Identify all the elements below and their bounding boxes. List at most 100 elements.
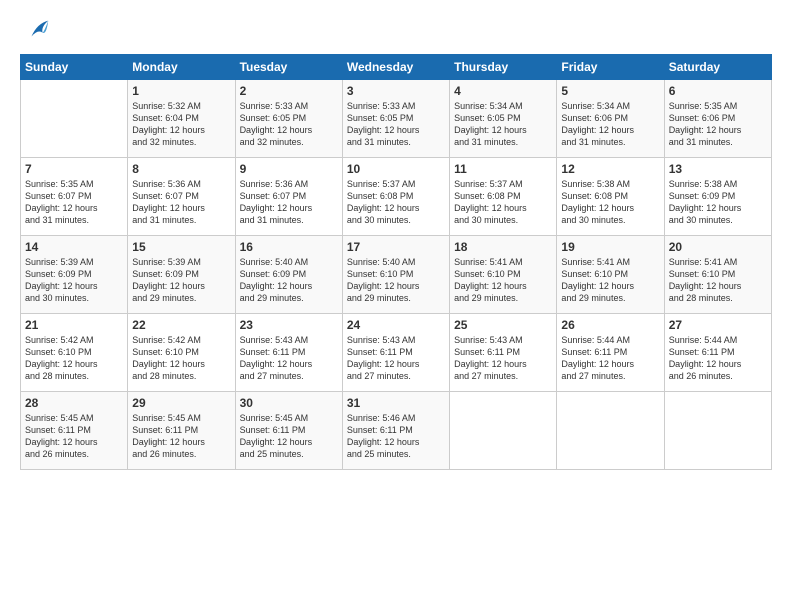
day-number: 3 bbox=[347, 84, 445, 98]
calendar-cell: 2 Sunrise: 5:33 AM Sunset: 6:05 PM Daylig… bbox=[235, 80, 342, 158]
cell-info: Sunrise: 5:45 AM Sunset: 6:11 PM Dayligh… bbox=[25, 412, 123, 461]
day-number: 23 bbox=[240, 318, 338, 332]
calendar-cell: 28 Sunrise: 5:45 AM Sunset: 6:11 PM Dayli… bbox=[21, 392, 128, 470]
day-number: 24 bbox=[347, 318, 445, 332]
cell-info: Sunrise: 5:41 AM Sunset: 6:10 PM Dayligh… bbox=[454, 256, 552, 305]
week-row-3: 14 Sunrise: 5:39 AM Sunset: 6:09 PM Dayli… bbox=[21, 236, 772, 314]
calendar-cell: 29 Sunrise: 5:45 AM Sunset: 6:11 PM Dayli… bbox=[128, 392, 235, 470]
day-number: 10 bbox=[347, 162, 445, 176]
calendar-cell: 19 Sunrise: 5:41 AM Sunset: 6:10 PM Dayli… bbox=[557, 236, 664, 314]
day-number: 5 bbox=[561, 84, 659, 98]
day-number: 25 bbox=[454, 318, 552, 332]
cell-info: Sunrise: 5:42 AM Sunset: 6:10 PM Dayligh… bbox=[25, 334, 123, 383]
day-number: 2 bbox=[240, 84, 338, 98]
day-number: 18 bbox=[454, 240, 552, 254]
calendar-cell: 31 Sunrise: 5:46 AM Sunset: 6:11 PM Dayli… bbox=[342, 392, 449, 470]
cell-info: Sunrise: 5:40 AM Sunset: 6:09 PM Dayligh… bbox=[240, 256, 338, 305]
header-wednesday: Wednesday bbox=[342, 55, 449, 80]
week-row-1: 1 Sunrise: 5:32 AM Sunset: 6:04 PM Daylig… bbox=[21, 80, 772, 158]
cell-info: Sunrise: 5:37 AM Sunset: 6:08 PM Dayligh… bbox=[454, 178, 552, 227]
calendar-cell: 14 Sunrise: 5:39 AM Sunset: 6:09 PM Dayli… bbox=[21, 236, 128, 314]
calendar-cell: 13 Sunrise: 5:38 AM Sunset: 6:09 PM Dayli… bbox=[664, 158, 771, 236]
cell-info: Sunrise: 5:44 AM Sunset: 6:11 PM Dayligh… bbox=[561, 334, 659, 383]
day-number: 6 bbox=[669, 84, 767, 98]
page: SundayMondayTuesdayWednesdayThursdayFrid… bbox=[0, 0, 792, 612]
day-number: 29 bbox=[132, 396, 230, 410]
cell-info: Sunrise: 5:32 AM Sunset: 6:04 PM Dayligh… bbox=[132, 100, 230, 149]
cell-info: Sunrise: 5:41 AM Sunset: 6:10 PM Dayligh… bbox=[561, 256, 659, 305]
header-saturday: Saturday bbox=[664, 55, 771, 80]
calendar-cell: 20 Sunrise: 5:41 AM Sunset: 6:10 PM Dayli… bbox=[664, 236, 771, 314]
calendar-cell: 22Sunrise: 5:42 AM Sunset: 6:10 PM Dayli… bbox=[128, 314, 235, 392]
calendar-cell bbox=[664, 392, 771, 470]
calendar-cell bbox=[557, 392, 664, 470]
cell-info: Sunrise: 5:45 AM Sunset: 6:11 PM Dayligh… bbox=[240, 412, 338, 461]
calendar-cell bbox=[450, 392, 557, 470]
day-number: 1 bbox=[132, 84, 230, 98]
cell-info: Sunrise: 5:38 AM Sunset: 6:08 PM Dayligh… bbox=[561, 178, 659, 227]
cell-info: Sunrise: 5:33 AM Sunset: 6:05 PM Dayligh… bbox=[240, 100, 338, 149]
day-number: 16 bbox=[240, 240, 338, 254]
calendar-cell: 11 Sunrise: 5:37 AM Sunset: 6:08 PM Dayli… bbox=[450, 158, 557, 236]
cell-info: Sunrise: 5:39 AM Sunset: 6:09 PM Dayligh… bbox=[132, 256, 230, 305]
cell-info: Sunrise: 5:43 AM Sunset: 6:11 PM Dayligh… bbox=[240, 334, 338, 383]
calendar-cell: 30 Sunrise: 5:45 AM Sunset: 6:11 PM Dayli… bbox=[235, 392, 342, 470]
calendar-table: SundayMondayTuesdayWednesdayThursdayFrid… bbox=[20, 54, 772, 470]
calendar-cell: 16 Sunrise: 5:40 AM Sunset: 6:09 PM Dayli… bbox=[235, 236, 342, 314]
calendar-cell: 4Sunrise: 5:34 AM Sunset: 6:05 PM Daylig… bbox=[450, 80, 557, 158]
header-monday: Monday bbox=[128, 55, 235, 80]
cell-info: Sunrise: 5:35 AM Sunset: 6:07 PM Dayligh… bbox=[25, 178, 123, 227]
day-number: 4 bbox=[454, 84, 552, 98]
calendar-cell: 27 Sunrise: 5:44 AM Sunset: 6:11 PM Dayli… bbox=[664, 314, 771, 392]
day-number: 19 bbox=[561, 240, 659, 254]
header-thursday: Thursday bbox=[450, 55, 557, 80]
day-number: 7 bbox=[25, 162, 123, 176]
calendar-cell: 21Sunrise: 5:42 AM Sunset: 6:10 PM Dayli… bbox=[21, 314, 128, 392]
calendar-cell: 17 Sunrise: 5:40 AM Sunset: 6:10 PM Dayli… bbox=[342, 236, 449, 314]
cell-info: Sunrise: 5:46 AM Sunset: 6:11 PM Dayligh… bbox=[347, 412, 445, 461]
calendar-cell: 9Sunrise: 5:36 AM Sunset: 6:07 PM Daylig… bbox=[235, 158, 342, 236]
logo-bird-icon bbox=[24, 16, 52, 44]
cell-info: Sunrise: 5:40 AM Sunset: 6:10 PM Dayligh… bbox=[347, 256, 445, 305]
cell-info: Sunrise: 5:45 AM Sunset: 6:11 PM Dayligh… bbox=[132, 412, 230, 461]
logo bbox=[20, 22, 52, 44]
day-number: 9 bbox=[240, 162, 338, 176]
calendar-cell: 23 Sunrise: 5:43 AM Sunset: 6:11 PM Dayli… bbox=[235, 314, 342, 392]
cell-info: Sunrise: 5:34 AM Sunset: 6:06 PM Dayligh… bbox=[561, 100, 659, 149]
day-number: 22 bbox=[132, 318, 230, 332]
cell-info: Sunrise: 5:41 AM Sunset: 6:10 PM Dayligh… bbox=[669, 256, 767, 305]
day-number: 11 bbox=[454, 162, 552, 176]
calendar-cell bbox=[21, 80, 128, 158]
cell-info: Sunrise: 5:37 AM Sunset: 6:08 PM Dayligh… bbox=[347, 178, 445, 227]
calendar-cell: 6Sunrise: 5:35 AM Sunset: 6:06 PM Daylig… bbox=[664, 80, 771, 158]
header-tuesday: Tuesday bbox=[235, 55, 342, 80]
day-number: 14 bbox=[25, 240, 123, 254]
calendar-cell: 25Sunrise: 5:43 AM Sunset: 6:11 PM Dayli… bbox=[450, 314, 557, 392]
cell-info: Sunrise: 5:44 AM Sunset: 6:11 PM Dayligh… bbox=[669, 334, 767, 383]
day-number: 20 bbox=[669, 240, 767, 254]
day-number: 15 bbox=[132, 240, 230, 254]
calendar-cell: 7 Sunrise: 5:35 AM Sunset: 6:07 PM Daylig… bbox=[21, 158, 128, 236]
day-number: 30 bbox=[240, 396, 338, 410]
calendar-header-row: SundayMondayTuesdayWednesdayThursdayFrid… bbox=[21, 55, 772, 80]
calendar-cell: 15 Sunrise: 5:39 AM Sunset: 6:09 PM Dayli… bbox=[128, 236, 235, 314]
calendar-cell: 10 Sunrise: 5:37 AM Sunset: 6:08 PM Dayli… bbox=[342, 158, 449, 236]
day-number: 27 bbox=[669, 318, 767, 332]
day-number: 17 bbox=[347, 240, 445, 254]
cell-info: Sunrise: 5:33 AM Sunset: 6:05 PM Dayligh… bbox=[347, 100, 445, 149]
cell-info: Sunrise: 5:38 AM Sunset: 6:09 PM Dayligh… bbox=[669, 178, 767, 227]
week-row-4: 21Sunrise: 5:42 AM Sunset: 6:10 PM Dayli… bbox=[21, 314, 772, 392]
cell-info: Sunrise: 5:36 AM Sunset: 6:07 PM Dayligh… bbox=[132, 178, 230, 227]
cell-info: Sunrise: 5:39 AM Sunset: 6:09 PM Dayligh… bbox=[25, 256, 123, 305]
calendar-cell: 18 Sunrise: 5:41 AM Sunset: 6:10 PM Dayli… bbox=[450, 236, 557, 314]
week-row-5: 28 Sunrise: 5:45 AM Sunset: 6:11 PM Dayli… bbox=[21, 392, 772, 470]
day-number: 12 bbox=[561, 162, 659, 176]
header-sunday: Sunday bbox=[21, 55, 128, 80]
day-number: 8 bbox=[132, 162, 230, 176]
day-number: 28 bbox=[25, 396, 123, 410]
calendar-cell: 1 Sunrise: 5:32 AM Sunset: 6:04 PM Daylig… bbox=[128, 80, 235, 158]
calendar-cell: 24Sunrise: 5:43 AM Sunset: 6:11 PM Dayli… bbox=[342, 314, 449, 392]
day-number: 13 bbox=[669, 162, 767, 176]
header bbox=[20, 18, 772, 44]
day-number: 31 bbox=[347, 396, 445, 410]
